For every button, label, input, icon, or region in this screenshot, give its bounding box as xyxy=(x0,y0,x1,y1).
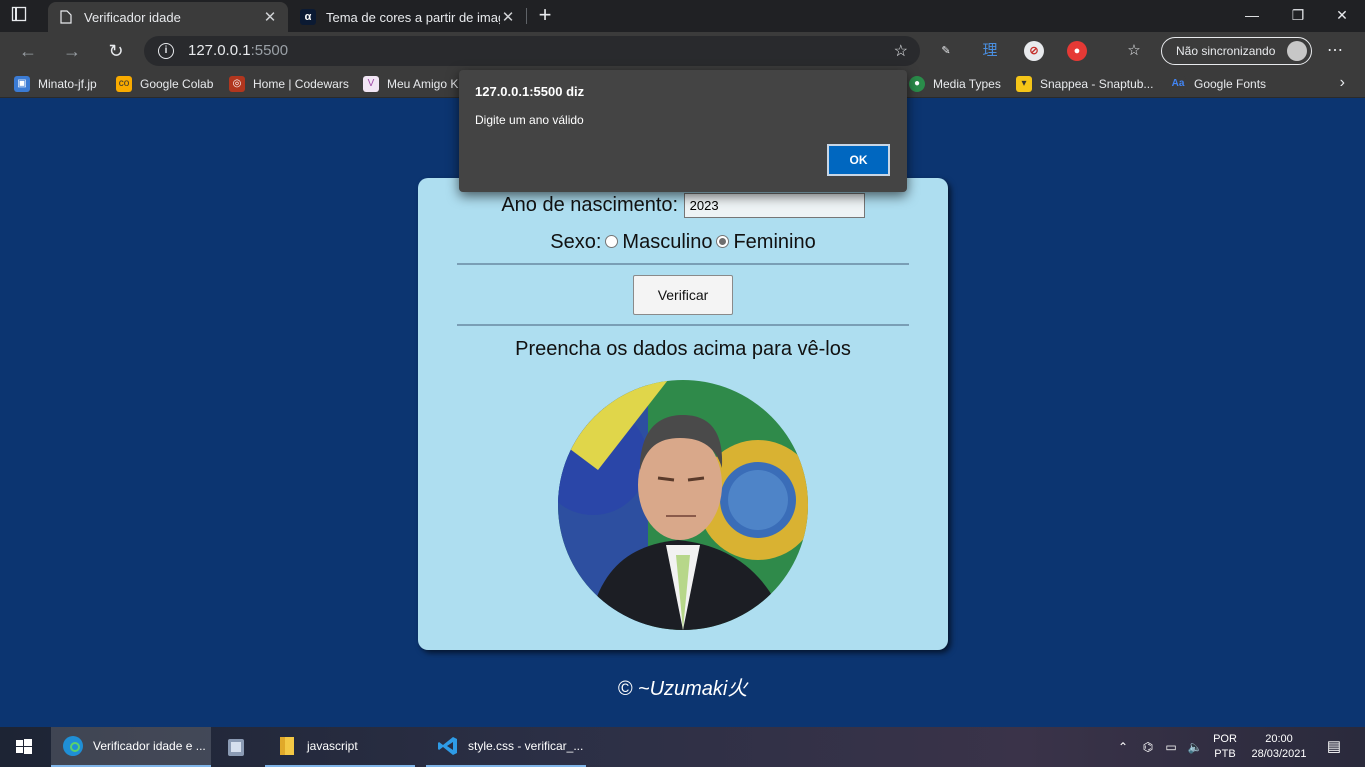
globe-icon: ● xyxy=(909,76,925,92)
tab-bar: Verificador idade ✕ α Tema de cores a pa… xyxy=(0,0,1365,32)
colab-icon: co xyxy=(116,76,132,92)
site-icon: α xyxy=(300,9,316,25)
alert-message: Digite um ano válido xyxy=(475,113,584,127)
back-icon[interactable]: ← xyxy=(16,39,40,63)
favorites-icon[interactable]: ☆ xyxy=(1124,41,1144,61)
profile-label: Não sincronizando xyxy=(1176,44,1276,58)
close-icon[interactable]: ✕ xyxy=(262,8,278,26)
taskbar: Verificador idade e ... javascript style… xyxy=(0,727,1365,767)
taskbar-edge-label: Verificador idade e ... xyxy=(93,739,206,753)
windows-start-icon[interactable] xyxy=(0,727,48,767)
url-text: 127.0.0.1:5500 xyxy=(188,42,289,59)
language-indicator[interactable]: POR PTB xyxy=(1208,732,1242,762)
bookmark-codewars[interactable]: ◎ Home | Codewars xyxy=(229,75,349,93)
footer-signature: © ~Uzumaki火 xyxy=(617,678,748,700)
profile-button[interactable]: Não sincronizando xyxy=(1161,37,1312,65)
app-icon xyxy=(224,735,248,759)
record-extension-icon[interactable]: ● xyxy=(1067,41,1087,61)
snappea-icon: ▾ xyxy=(1016,76,1032,92)
taskbar-javascript-folder[interactable]: javascript xyxy=(265,727,415,767)
battery-icon[interactable]: ▭ xyxy=(1161,727,1181,767)
network-icon[interactable]: ⌬ xyxy=(1138,727,1158,767)
address-bar[interactable]: i 127.0.0.1:5500 ☆ xyxy=(144,36,920,66)
option-masculino-label: Masculino xyxy=(622,231,713,253)
new-tab-icon[interactable]: + xyxy=(534,4,556,28)
volume-icon[interactable]: 🔈 xyxy=(1185,727,1205,767)
result-photo xyxy=(558,380,808,630)
tab-title: Verificador idade xyxy=(84,9,181,25)
restore-icon[interactable]: ❐ xyxy=(1275,0,1321,32)
tab-title: Tema de cores a partir de imagem xyxy=(326,9,500,25)
birth-year-row: Ano de nascimento: 2023 xyxy=(418,193,948,218)
bookmark-icon: V xyxy=(363,76,379,92)
chevron-right-icon[interactable]: › xyxy=(1340,74,1345,92)
taskbar-vscode[interactable]: style.css - verificar_... xyxy=(426,727,586,767)
add-favorite-icon[interactable]: ☆ xyxy=(894,41,908,61)
taskbar-vscode-label: style.css - verificar_... xyxy=(468,739,584,753)
bookmark-snappea[interactable]: ▾ Snappea - Snaptub... xyxy=(1016,75,1153,93)
clock[interactable]: 20:00 28/03/2021 xyxy=(1244,732,1314,762)
bookmark-meu-amigo[interactable]: V Meu Amigo K xyxy=(363,75,458,93)
verifier-card: Ano de nascimento: 2023 Sexo: Masculino Fe… xyxy=(418,178,948,650)
refresh-icon[interactable]: ↻ xyxy=(104,39,128,63)
sex-label: Sexo: xyxy=(550,231,602,253)
radio-masculino[interactable] xyxy=(605,234,619,248)
pen-extension-icon[interactable]: ✎ xyxy=(936,41,956,61)
taskbar-folder-label: javascript xyxy=(307,739,358,753)
forward-icon[interactable]: → xyxy=(60,39,84,63)
minimize-icon[interactable]: — xyxy=(1229,0,1275,32)
bookmark-google-fonts[interactable]: Aa Google Fonts xyxy=(1170,75,1266,93)
alert-title: 127.0.0.1:5500 diz xyxy=(475,84,585,99)
birth-year-label: Ano de nascimento: xyxy=(501,193,679,216)
codewars-icon: ◎ xyxy=(229,76,245,92)
edge-icon xyxy=(61,734,85,758)
page-icon xyxy=(58,9,74,25)
google-fonts-icon: Aa xyxy=(1170,76,1186,92)
avatar xyxy=(1287,41,1307,61)
radio-feminino[interactable] xyxy=(716,234,730,248)
more-options-icon[interactable]: ⋯ xyxy=(1327,40,1343,60)
folder-icon xyxy=(275,734,299,758)
divider xyxy=(457,263,909,265)
vscode-icon xyxy=(436,734,460,758)
dictionary-extension-icon[interactable]: 理 xyxy=(980,41,1000,61)
bookmark-icon: ▣ xyxy=(14,76,30,92)
notification-icon[interactable]: ▤ xyxy=(1322,727,1346,767)
tab-tema-de-cores[interactable]: α Tema de cores a partir de imagem ✕ xyxy=(290,2,526,32)
option-feminino-label: Feminino xyxy=(733,231,816,253)
ok-button[interactable]: OK xyxy=(827,144,890,176)
verify-button[interactable]: Verificar xyxy=(633,275,733,315)
sex-row: Sexo: Masculino Feminino xyxy=(418,231,948,254)
result-text: Preencha os dados acima para vê-los xyxy=(515,338,851,360)
browser-toolbar: ← → ↻ i 127.0.0.1:5500 ☆ ✎ 理 ⊘ ● ☆ Não s… xyxy=(0,32,1365,70)
bookmark-google-colab[interactable]: co Google Colab xyxy=(116,75,213,93)
block-extension-icon[interactable]: ⊘ xyxy=(1024,41,1044,61)
tab-actions-icon[interactable] xyxy=(8,6,30,26)
bookmark-minato[interactable]: ▣ Minato-jf.jp xyxy=(14,75,97,93)
tab-verificador-idade[interactable]: Verificador idade ✕ xyxy=(48,2,288,32)
close-icon[interactable]: ✕ xyxy=(500,8,516,26)
chevron-up-icon[interactable]: ⌃ xyxy=(1114,727,1132,767)
divider xyxy=(457,324,909,326)
alert-dialog: 127.0.0.1:5500 diz Digite um ano válido … xyxy=(459,70,907,192)
info-icon[interactable]: i xyxy=(158,43,174,59)
taskbar-app[interactable] xyxy=(214,727,262,767)
window-close-icon[interactable]: ✕ xyxy=(1319,0,1365,32)
bookmark-media-types[interactable]: ● Media Types xyxy=(909,75,1001,93)
taskbar-edge[interactable]: Verificador idade e ... xyxy=(51,727,211,767)
birth-year-input[interactable]: 2023 xyxy=(683,193,865,218)
tab-separator xyxy=(526,8,527,24)
